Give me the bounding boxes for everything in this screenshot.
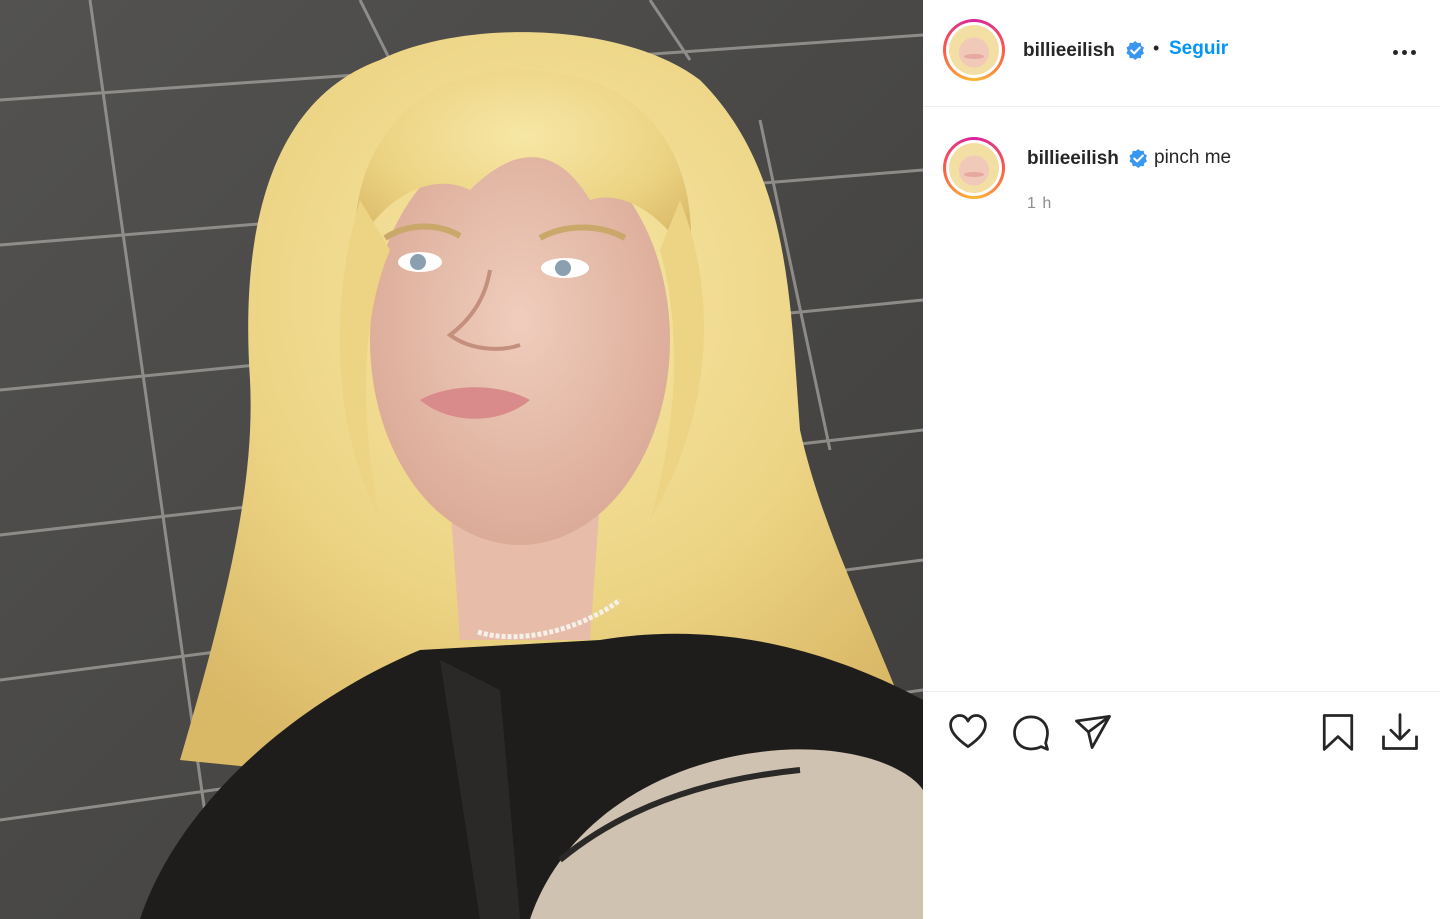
verified-badge-icon bbox=[1129, 149, 1147, 168]
author-username[interactable]: billieeilish bbox=[1023, 40, 1115, 62]
verified-badge-icon bbox=[1126, 41, 1144, 60]
post-photo[interactable] bbox=[0, 0, 923, 919]
comment-avatar[interactable] bbox=[943, 137, 1005, 199]
more-options-icon[interactable] bbox=[1389, 38, 1421, 64]
bookmark-icon[interactable] bbox=[1316, 710, 1360, 754]
caption-comment: billieeilish pinch me 1 h bbox=[923, 107, 1440, 691]
post-header: billieeilish • Seguir bbox=[923, 0, 1440, 107]
share-icon[interactable] bbox=[1071, 710, 1115, 754]
comment-icon[interactable] bbox=[1009, 710, 1053, 754]
follow-button[interactable]: Seguir bbox=[1169, 38, 1228, 60]
download-icon[interactable] bbox=[1378, 710, 1422, 754]
action-bar bbox=[923, 691, 1440, 919]
heart-icon[interactable] bbox=[946, 710, 990, 754]
author-avatar[interactable] bbox=[943, 19, 1005, 81]
post-sidebar: billieeilish • Seguir billieeilish pinch… bbox=[923, 0, 1440, 919]
post-image bbox=[0, 0, 923, 919]
caption-text: pinch me bbox=[1154, 147, 1232, 168]
separator-dot: • bbox=[1153, 38, 1160, 58]
comment-username[interactable]: billieeilish bbox=[1027, 148, 1119, 170]
comment-timestamp[interactable]: 1 h bbox=[1027, 195, 1052, 213]
